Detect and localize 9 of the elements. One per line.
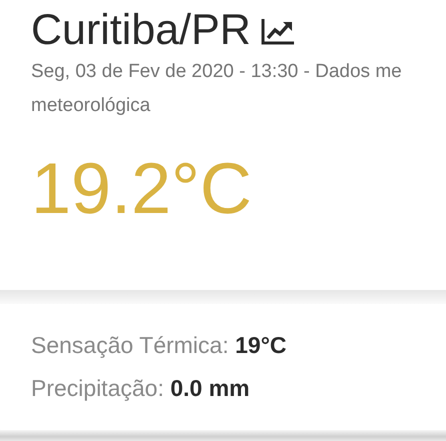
city-title: Curitiba/PR: [31, 6, 251, 56]
update-info: meteorológica: [31, 94, 150, 118]
update-info: Seg, 03 de Fev de 2020 - 13:30 - Dados me: [31, 60, 402, 84]
detail-value: 19°C: [235, 332, 287, 358]
detail-value: 0.0 mm: [170, 375, 250, 401]
detail-label: Precipitação:: [31, 375, 164, 401]
chart-icon[interactable]: [260, 16, 295, 45]
temperature-reading: 19.2°C: [31, 153, 252, 226]
detail-label: Sensação Térmica:: [31, 332, 229, 358]
